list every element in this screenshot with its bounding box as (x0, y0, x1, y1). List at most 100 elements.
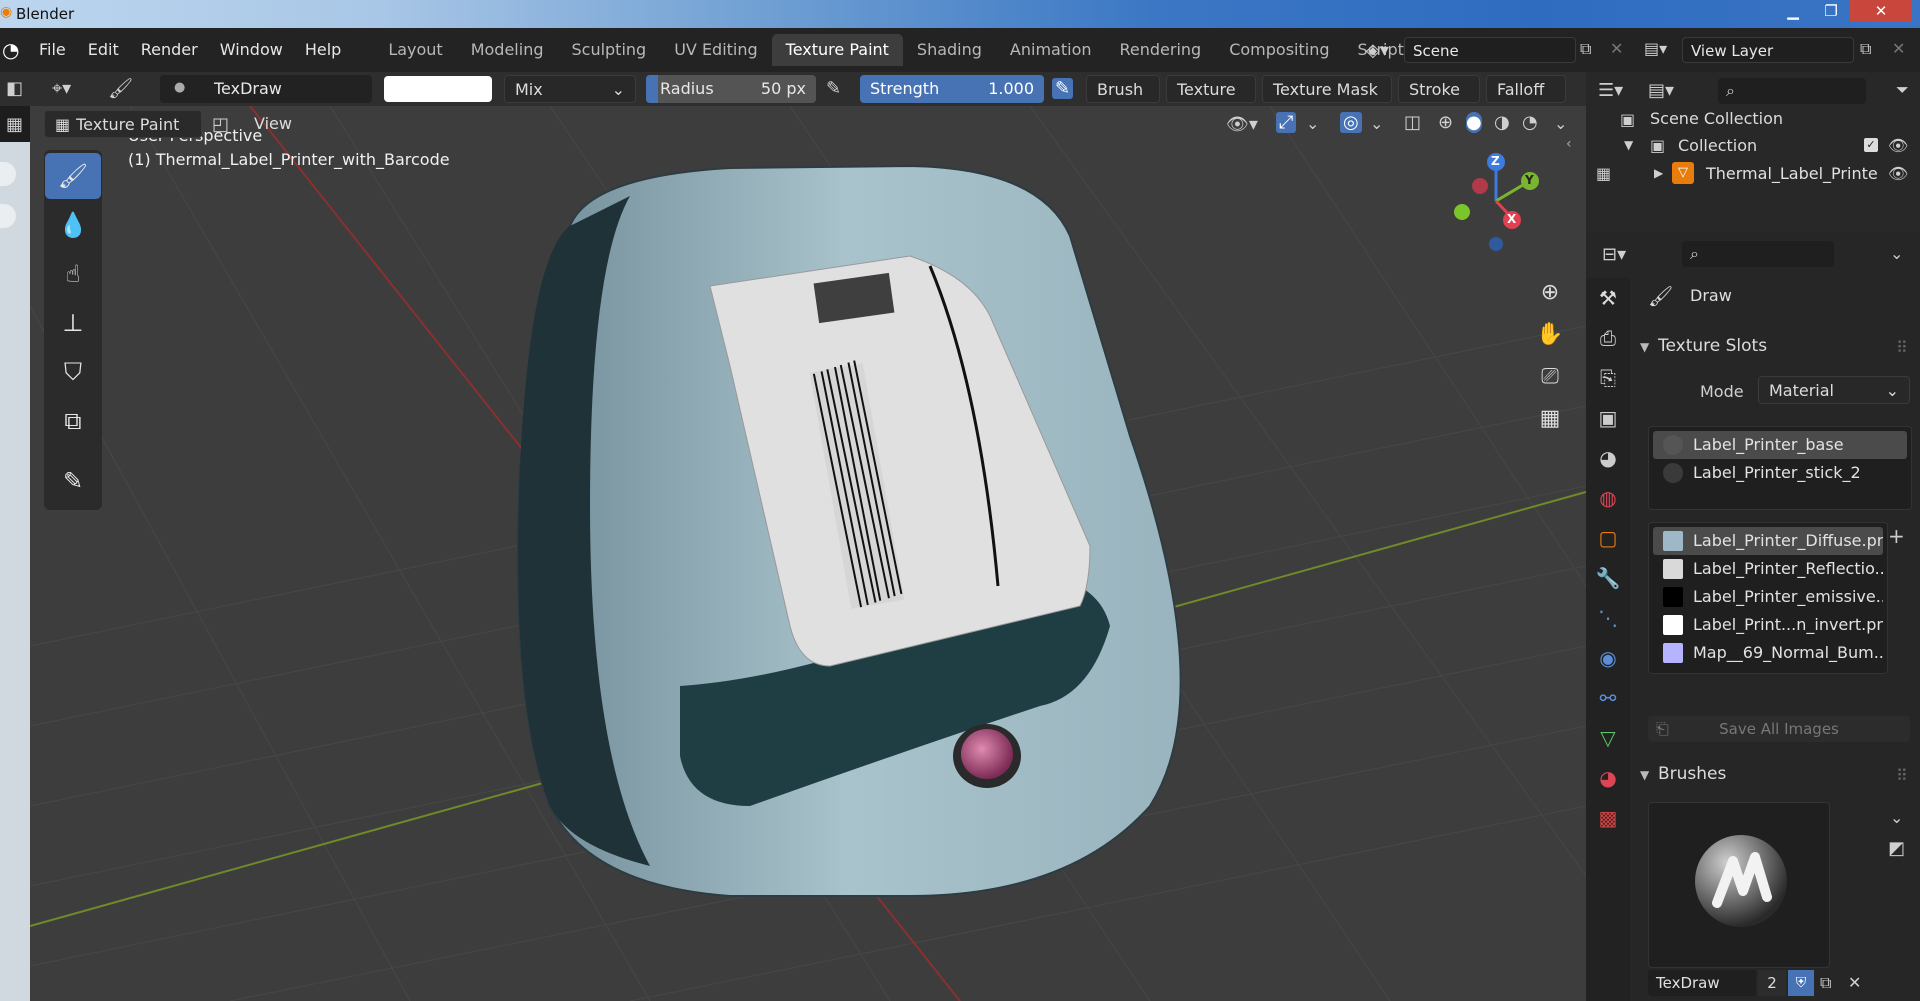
xray-toggle-icon[interactable]: ◫ (1404, 112, 1421, 133)
falloff-menu[interactable]: Falloff ⌄ (1486, 75, 1566, 127)
brushes-drag-handle-icon[interactable]: ⠿ (1896, 766, 1908, 785)
editor-type-icon[interactable]: ◧ (6, 78, 23, 99)
object-tab-icon[interactable]: ▢ (1586, 518, 1630, 558)
rendered-shading-icon[interactable]: ◔ (1522, 112, 1538, 133)
tab-animation[interactable]: Animation (996, 34, 1106, 66)
scene-field[interactable]: Scene (1404, 37, 1576, 63)
constraints-tab-icon[interactable]: ⚯ (1586, 678, 1630, 718)
image-slot-reflection[interactable]: Label_Printer_Reflectio... (1653, 555, 1883, 583)
blender-menu-icon[interactable]: ◔ (0, 38, 28, 62)
outliner-editor-type-icon[interactable]: ☰▾ (1598, 80, 1623, 101)
new-scene-icon[interactable]: ⧉ (1580, 39, 1591, 59)
tab-modeling[interactable]: Modeling (457, 34, 558, 66)
view-layer-tab-icon[interactable]: ▣ (1586, 398, 1630, 438)
material-slot-stick[interactable]: Label_Printer_stick_2 (1653, 459, 1907, 487)
properties-search-input[interactable]: ⌕ (1682, 241, 1834, 267)
tab-sculpting[interactable]: Sculpting (557, 34, 660, 66)
grid-editor-icon[interactable]: ▦ (6, 114, 23, 135)
brushes-header[interactable]: Brushes (1658, 764, 1726, 784)
filter-icon[interactable]: ⏷ (1896, 80, 1909, 100)
pressure-radius-icon[interactable]: ✎ (826, 78, 841, 99)
material-shading-icon[interactable]: ◑ (1494, 112, 1510, 133)
paint-mode-icon[interactable]: ⌖▾ (52, 78, 71, 99)
menu-render[interactable]: Render (130, 28, 209, 72)
shading-menu-chevron-icon[interactable]: ⌄ (1554, 114, 1567, 133)
scene-browse-icon[interactable]: ◈▾ (1366, 40, 1389, 61)
save-all-images-button[interactable]: ⎗ Save All Images (1648, 716, 1910, 742)
fill-tool-icon[interactable]: ⛉ (45, 349, 101, 395)
modifier-tab-icon[interactable]: 🔧 (1586, 558, 1630, 598)
gizmo-toggle-icon[interactable]: ⤢ (1276, 112, 1297, 133)
pressure-strength-icon[interactable]: ✎ (1052, 78, 1074, 99)
minimize-button[interactable]: ▁ (1774, 0, 1812, 22)
properties-options-chevron-icon[interactable]: ⌄ (1890, 244, 1903, 263)
output-tab-icon[interactable]: ⎘ (1586, 358, 1630, 398)
navigation-gizmo[interactable]: Z Y X (1446, 146, 1556, 256)
particles-tab-icon[interactable]: ⋱ (1586, 598, 1630, 638)
properties-editor-type-icon[interactable]: ⊟▾ (1602, 244, 1626, 265)
world-tab-icon[interactable]: ◍ (1586, 478, 1630, 518)
duplicate-brush-icon[interactable]: ⧉ (1820, 973, 1831, 993)
soften-tool-icon[interactable]: 💧 (45, 202, 101, 248)
overlay-toggle-icon[interactable]: ◎ (1340, 112, 1362, 133)
tab-texture-paint[interactable]: Texture Paint (771, 34, 903, 66)
draw-tool-icon[interactable]: 🖌 (45, 153, 101, 199)
image-slot-diffuse[interactable]: Label_Printer_Diffuse.png (1653, 527, 1883, 555)
zoom-icon[interactable]: ⊕ (1532, 274, 1568, 310)
collapsed-panel-tab-2[interactable] (0, 204, 16, 228)
expand-collection-icon[interactable]: ▼ (1624, 138, 1633, 152)
delete-view-layer-icon[interactable]: ✕ (1892, 39, 1905, 58)
blend-mode-dropdown[interactable]: Mix ⌄ (504, 75, 636, 103)
collection-checkbox[interactable]: ✓ (1864, 138, 1878, 152)
image-slot-invert[interactable]: Label_Print...n_invert.png (1653, 611, 1883, 639)
collection-visibility-icon[interactable]: 👁 (1888, 136, 1908, 155)
tab-compositing[interactable]: Compositing (1215, 34, 1343, 66)
view-layer-browse-icon[interactable]: ▤▾ (1644, 39, 1667, 58)
stroke-menu[interactable]: Stroke ⌄ (1398, 75, 1480, 127)
radius-slider[interactable]: Radius 50 px (646, 75, 816, 103)
brush-color-swatch[interactable] (384, 76, 492, 102)
pan-hand-icon[interactable]: ✋ (1532, 316, 1568, 352)
fake-user-shield-icon[interactable]: ⛨ (1788, 970, 1814, 996)
image-slot-emissive[interactable]: Label_Printer_emissive.... (1653, 583, 1883, 611)
clone-tool-icon[interactable]: ⊥ (45, 300, 101, 346)
brush-list-chevron-icon[interactable]: ⌄ (1890, 808, 1903, 827)
brushes-collapse-icon[interactable]: ▼ (1640, 768, 1649, 782)
brush-icon-toggle[interactable]: ◩ (1888, 838, 1905, 859)
physics-tab-icon[interactable]: ◉ (1586, 638, 1630, 678)
smear-tool-icon[interactable]: ☝ (45, 251, 101, 297)
tab-shading[interactable]: Shading (903, 34, 996, 66)
texture-tab-icon[interactable]: ▩ (1586, 798, 1630, 838)
restore-button[interactable]: ❐ (1812, 0, 1850, 22)
texture-menu[interactable]: Texture ⌄ (1166, 75, 1256, 127)
texture-mask-menu[interactable]: Texture Mask ⌄ (1262, 75, 1392, 127)
strength-slider[interactable]: Strength 1.000 (860, 75, 1044, 103)
tab-layout[interactable]: Layout (374, 34, 456, 66)
brush-menu[interactable]: Brush ⌄ (1086, 75, 1160, 127)
solid-shading-icon[interactable]: ● (1466, 112, 1482, 133)
overlay-menu-chevron-icon[interactable]: ⌄ (1370, 114, 1383, 133)
annotate-tool-icon[interactable]: ✎ (45, 458, 101, 504)
view-layer-field[interactable]: View Layer (1682, 37, 1854, 63)
image-slot-normal[interactable]: Map__69_Normal_Bum... (1653, 639, 1883, 667)
brush-preview[interactable] (1648, 802, 1830, 968)
outliner-scene-collection[interactable]: Scene Collection (1650, 109, 1783, 128)
mask-tool-icon[interactable]: ⧉ (45, 398, 101, 444)
panel-drag-handle-icon[interactable]: ⠿ (1896, 338, 1908, 357)
outliner-search-input[interactable]: ⌕ (1718, 78, 1866, 104)
wireframe-shading-icon[interactable]: ⊕ (1438, 112, 1453, 133)
expand-object-icon[interactable]: ▶ (1654, 166, 1663, 180)
scene-tab-icon[interactable]: ◕ (1586, 438, 1630, 478)
visibility-icon[interactable]: 👁▾ (1226, 114, 1258, 135)
menu-help[interactable]: Help (294, 28, 352, 72)
texture-slots-header[interactable]: Texture Slots (1658, 336, 1767, 356)
delete-scene-icon[interactable]: ✕ (1610, 39, 1623, 58)
brush-selector[interactable]: ● TexDraw (160, 75, 372, 103)
tab-uv-editing[interactable]: UV Editing (660, 34, 771, 66)
outliner-object[interactable]: Thermal_Label_Printe (1706, 164, 1878, 183)
collapsed-panel-tab[interactable] (0, 162, 16, 186)
tab-rendering[interactable]: Rendering (1106, 34, 1216, 66)
outliner-collection[interactable]: Collection (1678, 136, 1757, 155)
view-menu[interactable]: View (254, 114, 292, 133)
texture-slots-collapse-icon[interactable]: ▼ (1640, 340, 1649, 354)
